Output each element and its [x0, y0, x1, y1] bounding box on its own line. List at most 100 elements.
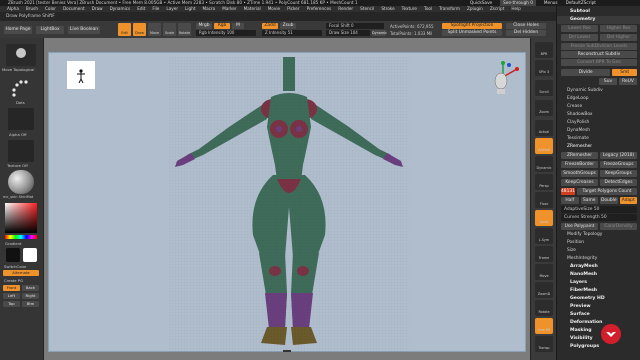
hue-strip[interactable] — [5, 235, 37, 239]
home-page-button[interactable]: Home Page — [4, 26, 32, 34]
material-sphere[interactable] — [8, 170, 34, 194]
freezeborder-button[interactable]: FreezeBorder — [561, 161, 598, 168]
meshintegrity-section[interactable]: MeshIntegrity — [557, 255, 640, 263]
edgeloop-section[interactable]: EdgeLoop — [557, 95, 640, 103]
zadd-button[interactable]: Zadd — [262, 23, 278, 29]
view-right-button[interactable]: Right — [22, 293, 39, 299]
section-preview[interactable]: Preview — [557, 303, 640, 311]
section-surface[interactable]: Surface — [557, 311, 640, 319]
rgb-intensity-slider[interactable]: Rgb Intensity 100 — [196, 30, 256, 36]
split-unmasked-button[interactable]: Split Unmasked Points — [442, 30, 502, 36]
zsub-button[interactable]: Zsub — [280, 23, 296, 29]
freeze-subdiv-button[interactable]: Freeze SubDivision Levels — [561, 43, 637, 50]
section-polygroups[interactable]: Polygroups — [557, 343, 640, 351]
legacy-button[interactable]: Legacy (2018) — [600, 152, 637, 159]
lower-res-button[interactable]: Lower Res — [561, 25, 598, 32]
convert-bpr-button[interactable]: Convert BPR To Geo — [561, 59, 637, 66]
mrgb-button[interactable]: Mrgb — [196, 23, 212, 29]
lightbox-button[interactable]: LightBox — [36, 26, 64, 34]
draw-size-slider[interactable]: Draw Size 104 — [326, 30, 370, 36]
section-arraymesh[interactable]: ArrayMesh — [557, 263, 640, 271]
adaptive-size-slider[interactable]: AdaptiveSize 50 — [561, 206, 637, 213]
view-front-button[interactable]: Front — [3, 285, 20, 291]
keepcreases-button[interactable]: KeepCreases — [561, 179, 598, 186]
navigation-thumbnail[interactable] — [67, 61, 95, 89]
dynamic-button[interactable]: Dynamic — [372, 30, 387, 36]
section-deformation[interactable]: Deformation — [557, 319, 640, 327]
color-density-slider[interactable]: ColorDensity — [600, 223, 637, 230]
subtool-header[interactable]: Subtool — [557, 8, 640, 16]
edit-mode-button[interactable]: Edit — [118, 23, 131, 36]
view-top-button[interactable]: Top — [3, 301, 20, 307]
size-section[interactable]: Size — [557, 247, 640, 255]
position-section[interactable]: Position — [557, 239, 640, 247]
section-layers[interactable]: Layers — [557, 279, 640, 287]
divide-button[interactable]: Divide — [561, 69, 611, 76]
adapt-toggle[interactable]: Adapt — [619, 197, 637, 204]
zremesher-section[interactable]: ZRemesher — [557, 143, 640, 151]
geometry-header[interactable]: Geometry — [557, 16, 640, 24]
reuv-toggle[interactable]: ReUV — [619, 78, 637, 85]
brush-thumbnail[interactable] — [6, 44, 36, 66]
document-canvas[interactable] — [48, 52, 526, 353]
live-boolean-button[interactable]: Live Boolean — [68, 26, 100, 34]
total-points-readout: TotalPoints: 1.033 Mil — [390, 31, 433, 36]
half-button[interactable]: Half — [561, 197, 579, 204]
character-model[interactable] — [169, 57, 409, 353]
z-intensity-slider[interactable]: Z Intensity 51 — [262, 30, 322, 36]
view-left-button[interactable]: Left — [3, 293, 20, 299]
section-visibility[interactable]: Visibility — [557, 335, 640, 343]
view-back-button[interactable]: Back — [22, 285, 39, 291]
suv-toggle[interactable]: Suv — [599, 78, 617, 85]
del-hidden-button[interactable]: Del Hidden — [506, 30, 546, 36]
curves-strength-slider[interactable]: Curves Strength 50 — [561, 214, 637, 221]
draw-mode-button[interactable]: Draw — [133, 23, 146, 36]
target-poly-slider[interactable]: Target Polygons Count — [577, 188, 637, 195]
m-button[interactable]: M — [232, 23, 244, 29]
claypolish-section[interactable]: ClayPolish — [557, 119, 640, 127]
secondary-color-swatch[interactable] — [23, 248, 37, 262]
crease-section[interactable]: Crease — [557, 103, 640, 111]
move-mode-button[interactable]: Move — [148, 23, 161, 36]
focal-shift-slider[interactable]: Focal Shift 0 — [326, 23, 384, 29]
section-geometry-hd[interactable]: Geometry HD — [557, 295, 640, 303]
rgb-button[interactable]: Rgb — [214, 23, 230, 29]
keepgroups-button[interactable]: KeepGroups — [600, 170, 637, 177]
smt-toggle[interactable]: Smt — [612, 69, 637, 76]
zremesher-button[interactable]: ZRemesher — [561, 152, 598, 159]
double-button[interactable]: Double — [600, 197, 618, 204]
right-shelf: BPR SPix 3 Scroll Zoom Actual AAHalf Dyn… — [530, 38, 556, 360]
shadowbox-section[interactable]: ShadowBox — [557, 111, 640, 119]
section-fibermesh[interactable]: FiberMesh — [557, 287, 640, 295]
scale-mode-button[interactable]: Scale — [163, 23, 176, 36]
dynamic-subdiv-section[interactable]: Dynamic Subdiv — [557, 87, 640, 95]
main-color-swatch[interactable] — [6, 248, 20, 262]
spotlight-projection-button[interactable]: Spotlight Projection — [442, 23, 502, 29]
dynamesh-section[interactable]: DynaMesh — [557, 127, 640, 135]
target-poly-value[interactable]: 48131 — [561, 188, 575, 195]
alpha-thumbnail[interactable] — [8, 108, 34, 130]
del-higher-button[interactable]: Del Higher — [600, 34, 637, 41]
detectedges-button[interactable]: DetectEdges — [600, 179, 637, 186]
freezegroups-button[interactable]: FreezeGroups — [600, 161, 637, 168]
texture-thumbnail[interactable] — [8, 140, 34, 162]
use-polypaint-toggle[interactable]: Use Polypaint — [561, 223, 598, 230]
orientation-gizmo-icon[interactable] — [489, 59, 523, 99]
same-button[interactable]: Same — [580, 197, 598, 204]
modify-topology-section[interactable]: Modify Topology — [557, 231, 640, 239]
alternate-button[interactable]: Alternate — [3, 270, 39, 276]
switchcolor-button[interactable]: SwitchColor — [4, 264, 26, 269]
smoothgroups-button[interactable]: SmoothGroups — [561, 170, 598, 177]
close-holes-button[interactable]: Close Holes — [506, 23, 546, 29]
section-masking[interactable]: Masking — [557, 327, 640, 335]
color-picker[interactable] — [5, 203, 37, 233]
active-points-readout: ActivePoints: 672,955 — [390, 24, 434, 29]
higher-res-button[interactable]: Higher Res — [600, 25, 637, 32]
view-bottom-button[interactable]: Btm — [22, 301, 39, 307]
rotate-mode-button[interactable]: Rotate — [178, 23, 191, 36]
section-nanomesh[interactable]: NanoMesh — [557, 271, 640, 279]
stroke-thumbnail[interactable] — [8, 76, 34, 98]
del-lower-button[interactable]: Del Lower — [561, 34, 598, 41]
tessimate-section[interactable]: Tessimate — [557, 135, 640, 143]
reconstruct-subdiv-button[interactable]: Reconstruct Subdiv — [561, 51, 637, 58]
